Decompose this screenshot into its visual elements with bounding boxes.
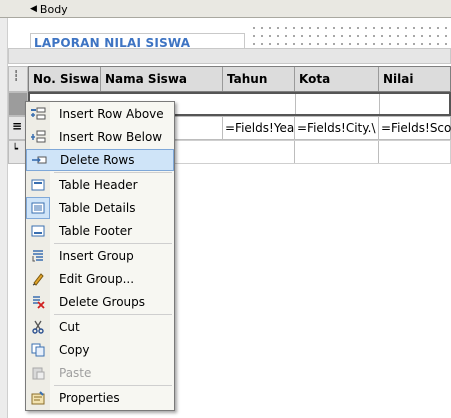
header-cell-kota[interactable]: Kota <box>295 67 379 91</box>
body-section-label: Body <box>39 3 68 16</box>
table-cell[interactable] <box>223 141 295 163</box>
delete-groups-icon <box>26 291 50 313</box>
menu-item-label: Table Footer <box>59 224 133 238</box>
menu-item-label: Properties <box>59 391 120 405</box>
menu-item-label: Insert Row Above <box>59 107 164 121</box>
paste-icon <box>26 362 50 384</box>
header-cell-nama-siswa[interactable]: Nama Siswa <box>101 67 223 91</box>
delete-rows-icon <box>27 149 51 171</box>
detail-cell-kota[interactable]: =Fields!City.\ <box>295 117 379 139</box>
menu-item-label: Cut <box>59 320 80 334</box>
cut-icon <box>26 316 50 338</box>
table-cell[interactable] <box>296 94 380 114</box>
menu-item-properties[interactable]: Properties <box>26 387 174 409</box>
header-cell-no-siswa[interactable]: No. Siswa <box>29 67 101 91</box>
menu-item-cut[interactable]: Cut <box>26 316 174 338</box>
table-details-row-icon: ≡ <box>12 119 23 133</box>
header-cell-tahun[interactable]: Tahun <box>223 67 295 91</box>
menu-item-label: Insert Group <box>59 249 134 263</box>
menu-item-label: Table Header <box>59 178 138 192</box>
detail-cell-nilai[interactable]: =Fields!Sco <box>379 117 451 139</box>
menu-item-copy[interactable]: Copy <box>26 339 174 361</box>
menu-separator <box>54 243 172 244</box>
menu-item-label: Table Details <box>59 201 136 215</box>
menu-separator <box>54 314 172 315</box>
table-cell[interactable] <box>295 141 379 163</box>
menu-separator <box>54 172 172 173</box>
menu-item-paste[interactable]: Paste <box>26 362 174 384</box>
table-footer-icon <box>26 220 50 242</box>
menu-item-insert-row-below[interactable]: Insert Row Below <box>26 126 174 148</box>
menu-item-table-footer[interactable]: Table Footer <box>26 220 174 242</box>
menu-item-label: Delete Rows <box>60 153 135 167</box>
menu-item-insert-group[interactable]: Insert Group <box>26 245 174 267</box>
design-surface-rail <box>0 18 8 418</box>
menu-item-delete-groups[interactable]: Delete Groups <box>26 291 174 313</box>
detail-cell-tahun[interactable]: =Fields!Yea <box>223 117 295 139</box>
menu-item-label: Delete Groups <box>59 295 146 309</box>
insert-row-below-icon <box>26 126 50 148</box>
table-cell[interactable] <box>224 94 296 114</box>
properties-icon <box>26 387 50 409</box>
menu-item-table-header[interactable]: Table Header <box>26 174 174 196</box>
menu-item-delete-rows[interactable]: Delete Rows <box>26 149 174 171</box>
section-arrow-icon: ◀ <box>30 4 37 14</box>
menu-item-label: Edit Group... <box>59 272 135 286</box>
copy-icon <box>26 339 50 361</box>
edit-group-icon <box>26 268 50 290</box>
table-header-row[interactable]: No. Siswa Nama Siswa Tahun Kota Nilai <box>28 66 451 92</box>
insert-row-above-icon <box>26 103 50 125</box>
body-section-tab[interactable]: ◀ Body <box>30 2 68 17</box>
insert-group-icon <box>26 245 50 267</box>
menu-separator <box>54 385 172 386</box>
table-header-row-icon: ┆ <box>13 71 20 82</box>
menu-item-label: Insert Row Below <box>59 130 163 144</box>
table-header-icon <box>26 174 50 196</box>
menu-item-label: Copy <box>59 343 90 357</box>
menu-item-label: Paste <box>59 366 92 380</box>
menu-item-edit-group[interactable]: Edit Group... <box>26 268 174 290</box>
header-row-handle[interactable]: ┆ <box>8 66 28 92</box>
table-column-handles[interactable] <box>8 48 451 64</box>
table-details-icon <box>26 197 50 219</box>
header-cell-nilai[interactable]: Nilai <box>379 67 451 91</box>
menu-item-table-details[interactable]: Table Details <box>26 197 174 219</box>
table-footer-row-icon: ┕ <box>12 144 19 155</box>
menu-item-insert-row-above[interactable]: Insert Row Above <box>26 103 174 125</box>
